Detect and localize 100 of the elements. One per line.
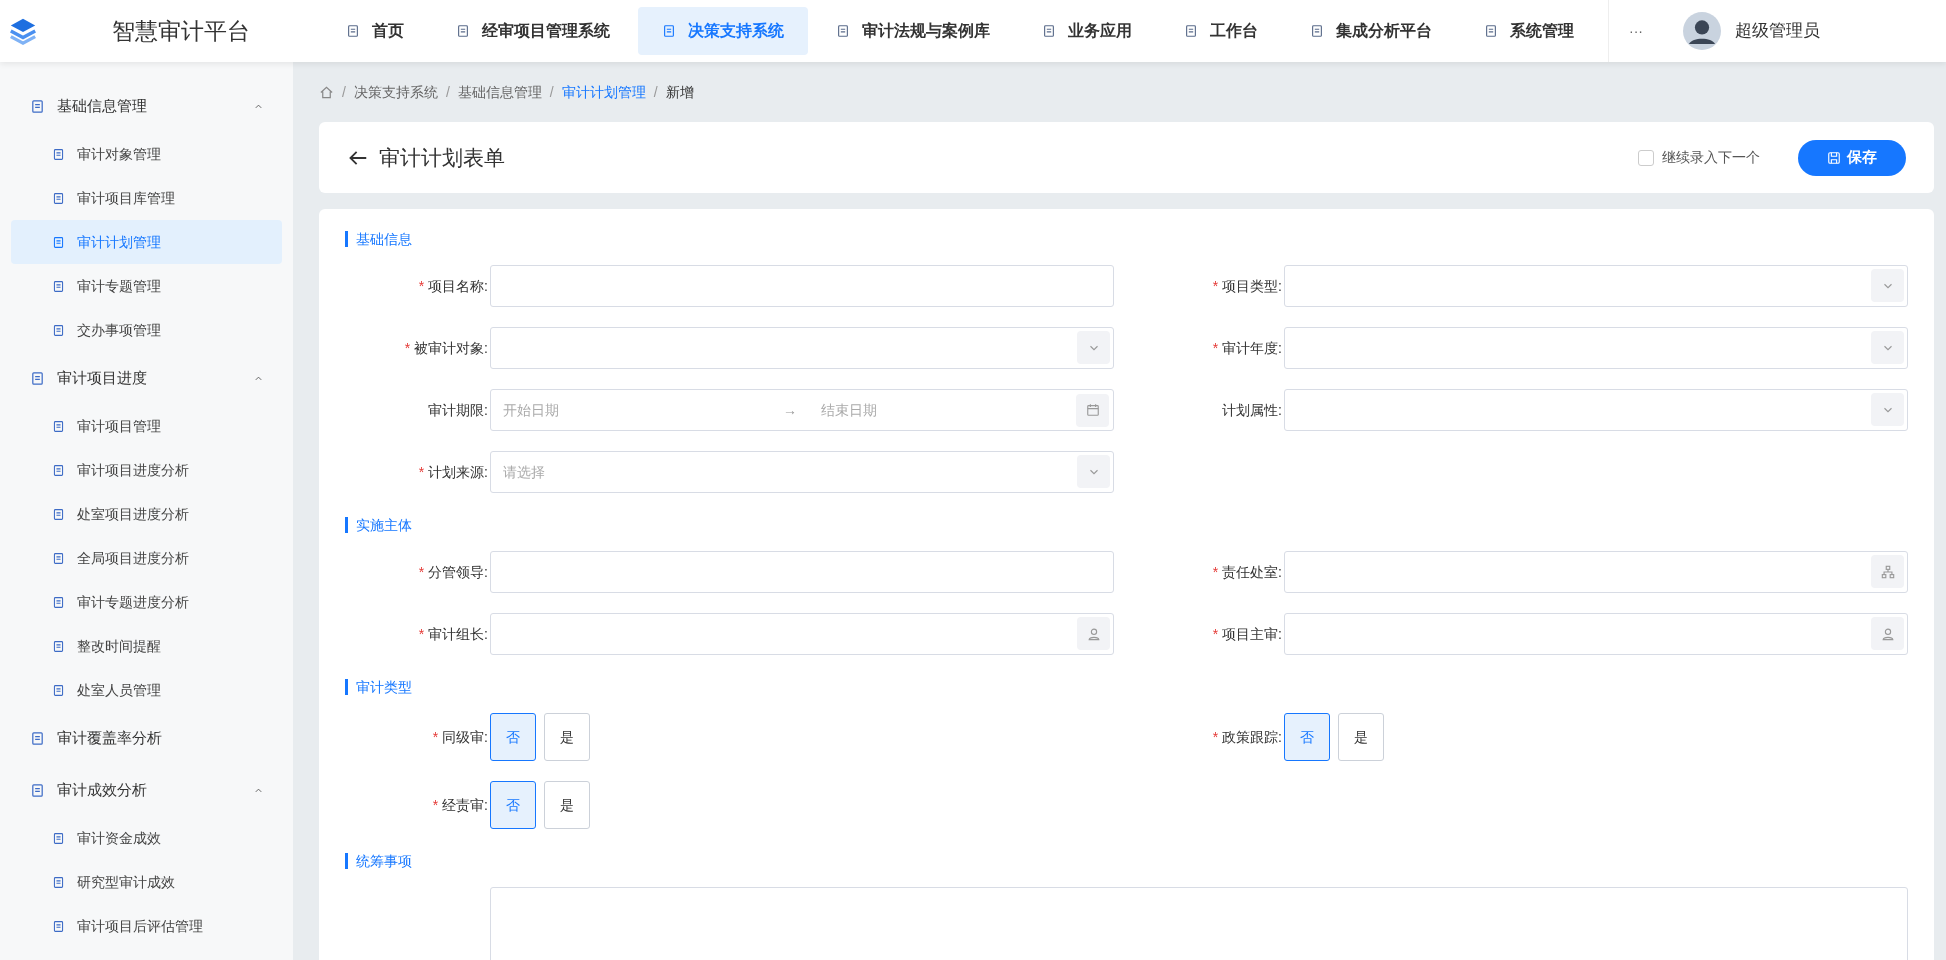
section-title: 统筹事项 <box>345 853 1908 869</box>
toggle-option[interactable]: 是 <box>544 713 590 761</box>
page-icon <box>52 235 65 249</box>
field-suffix[interactable] <box>1077 455 1110 488</box>
select-field[interactable]: 请选择 <box>490 451 1114 493</box>
required-asterisk: * <box>1212 339 1219 356</box>
page-icon <box>52 595 65 609</box>
select-field[interactable] <box>490 327 1114 369</box>
sidebar-item[interactable]: 全局项目进度分析 <box>11 536 282 580</box>
field-suffix[interactable] <box>1871 269 1904 302</box>
field-suffix[interactable] <box>1871 555 1904 588</box>
sidebar-group[interactable]: 审计成效分析 <box>11 764 282 816</box>
breadcrumb-link[interactable]: 决策支持系统 <box>353 81 438 103</box>
sidebar-item[interactable]: 交办事项管理 <box>11 308 282 352</box>
select-field[interactable] <box>1284 265 1908 307</box>
select-field[interactable] <box>1284 389 1908 431</box>
more-button[interactable]: ··· <box>1608 0 1663 62</box>
home-icon <box>319 84 334 100</box>
select-field[interactable] <box>1284 327 1908 369</box>
page-icon <box>52 919 65 933</box>
page-icon <box>52 875 65 889</box>
page-icon <box>52 639 65 653</box>
input-field[interactable] <box>490 265 1114 307</box>
app-title: 智慧审计平台 <box>112 16 250 46</box>
field-suffix[interactable] <box>1871 393 1904 426</box>
nav-tab[interactable]: 首页 <box>322 7 428 55</box>
field-label: * 分管领导: <box>417 562 489 582</box>
field-label: 审计期限: <box>427 400 489 420</box>
sidebar-group[interactable]: 审计覆盖率分析 <box>11 712 282 764</box>
toggle-option[interactable]: 否 <box>1284 713 1330 761</box>
sidebar-item[interactable]: 审计项目后评估管理 <box>11 904 282 948</box>
checkbox[interactable] <box>1638 149 1654 166</box>
nav-tab[interactable]: 系统管理 <box>1460 7 1598 55</box>
sidebar-item[interactable]: 审计项目库管理 <box>11 176 282 220</box>
sidebar-item[interactable]: 审计项目管理 <box>11 404 282 448</box>
field-suffix[interactable] <box>1077 617 1110 650</box>
breadcrumb-link[interactable]: 基础信息管理 <box>457 81 542 103</box>
nav-tab[interactable]: 工作台 <box>1160 7 1282 55</box>
toggle-option[interactable]: 是 <box>544 781 590 829</box>
page-icon <box>30 370 45 386</box>
page-icon <box>52 147 65 161</box>
nav-tab[interactable]: 审计法规与案例库 <box>812 7 1014 55</box>
picker-field[interactable] <box>490 613 1114 655</box>
field-label: * 项目主审: <box>1211 624 1283 644</box>
user-name[interactable]: 超级管理员 <box>1735 18 1820 44</box>
nav-tab[interactable]: 业务应用 <box>1018 7 1156 55</box>
sidebar-group[interactable]: 审计项目进度 <box>11 352 282 404</box>
user-icon <box>1086 626 1101 641</box>
user-icon <box>1880 626 1895 641</box>
field-label: * 审计组长: <box>417 624 489 644</box>
sidebar-item[interactable]: 审计专题进度分析 <box>11 580 282 624</box>
sidebar-item[interactable]: 处室人员管理 <box>11 668 282 712</box>
field-label: * 项目名称: <box>417 276 489 296</box>
nav-tab[interactable]: 决策支持系统 <box>638 7 808 55</box>
page-icon <box>836 24 850 38</box>
sidebar-item[interactable]: 审计项目进度分析 <box>11 448 282 492</box>
org-chart-icon <box>1880 564 1895 579</box>
picker-field[interactable] <box>1284 551 1908 593</box>
sidebar-item[interactable]: 整改时间提醒 <box>11 624 282 668</box>
page-icon <box>52 463 65 477</box>
field-label: * 被审计对象: <box>403 338 489 358</box>
sidebar-item[interactable]: 处室项目进度分析 <box>11 492 282 536</box>
required-asterisk: * <box>1212 277 1219 294</box>
field-label: * 项目类型: <box>1211 276 1283 296</box>
toggle-option[interactable]: 否 <box>490 781 536 829</box>
page-icon <box>52 507 65 521</box>
nav-tab[interactable]: 集成分析平台 <box>1286 7 1456 55</box>
sidebar-item[interactable]: 审计专题管理 <box>11 264 282 308</box>
picker-field[interactable] <box>1284 613 1908 655</box>
required-asterisk: * <box>1212 625 1219 642</box>
toggle-option[interactable]: 是 <box>1338 713 1384 761</box>
user-avatar-icon <box>1683 12 1721 50</box>
sidebar-item[interactable]: 审计计划管理 <box>11 220 282 264</box>
field-suffix[interactable] <box>1871 617 1904 650</box>
field-label: * 计划来源: <box>417 462 489 482</box>
page-icon <box>456 24 470 38</box>
field-suffix[interactable] <box>1077 331 1110 364</box>
sidebar-item[interactable]: 审计对象管理 <box>11 132 282 176</box>
page-icon <box>1484 24 1498 38</box>
nav-tab[interactable]: 经审项目管理系统 <box>432 7 634 55</box>
sidebar-group[interactable]: 基础信息管理 <box>11 80 282 132</box>
required-asterisk: * <box>404 339 411 356</box>
text-area[interactable] <box>490 887 1908 960</box>
sidebar-item[interactable]: 审计资金成效 <box>11 816 282 860</box>
breadcrumb-separator: / <box>445 82 450 102</box>
checkbox-label: 继续录入下一个 <box>1662 148 1760 167</box>
toggle-option[interactable]: 否 <box>490 713 536 761</box>
breadcrumb-link[interactable]: 审计计划管理 <box>561 81 646 103</box>
page-icon <box>52 191 65 205</box>
save-button[interactable]: 保存 <box>1798 139 1906 176</box>
field-suffix[interactable] <box>1871 331 1904 364</box>
section-title: 审计类型 <box>345 679 1908 695</box>
start-date-placeholder: 开始日期 <box>503 400 560 420</box>
field-suffix[interactable] <box>1076 393 1109 427</box>
page-icon <box>1042 24 1056 38</box>
input-field[interactable] <box>490 551 1114 593</box>
sidebar-item[interactable]: 研究型审计成效 <box>11 860 282 904</box>
field-label: * 政策跟踪: <box>1211 727 1283 747</box>
page-icon <box>662 24 676 38</box>
floppy-disk-icon <box>1827 150 1841 165</box>
